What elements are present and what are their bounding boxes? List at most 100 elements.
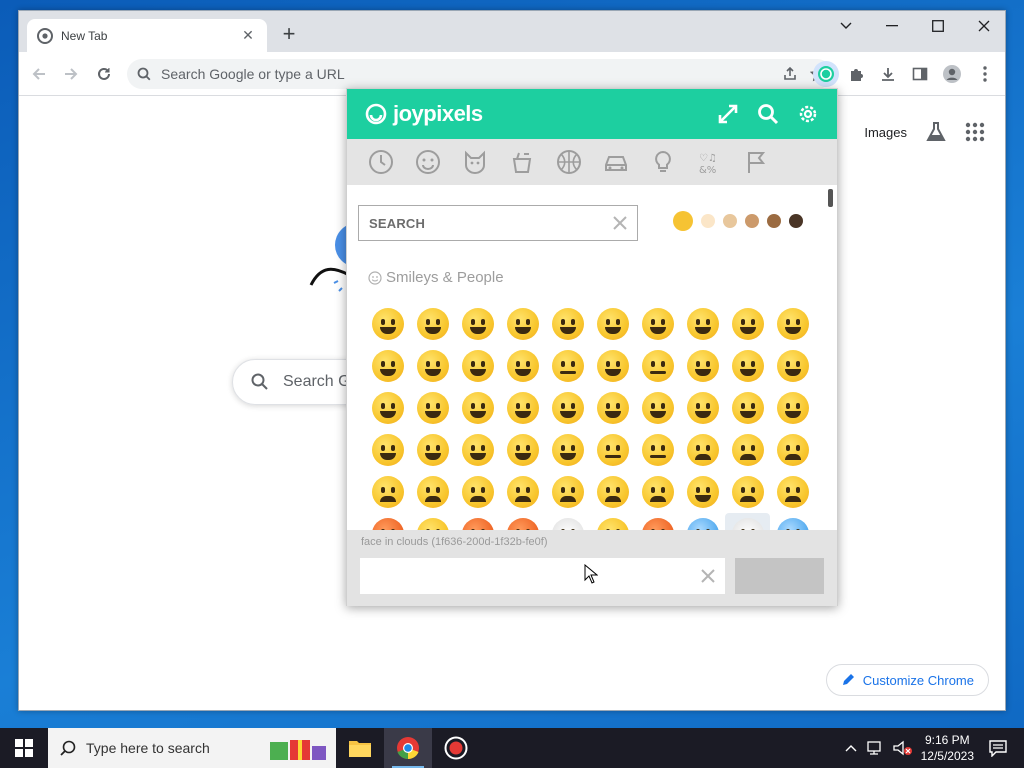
emoji-rage[interactable] — [455, 513, 500, 530]
emoji-hushed[interactable] — [590, 513, 635, 530]
emoji-yum[interactable] — [500, 387, 545, 429]
images-link[interactable]: Images — [864, 125, 907, 140]
emoji-grinning[interactable] — [365, 303, 410, 345]
emoji-weary[interactable] — [635, 471, 680, 513]
objects-icon[interactable] — [649, 148, 677, 176]
emoji-rofl[interactable] — [725, 303, 770, 345]
food-icon[interactable] — [508, 148, 536, 176]
flags-icon[interactable] — [743, 148, 771, 176]
apps-grid-icon[interactable] — [965, 122, 985, 142]
taskbar-search-box[interactable]: Type here to search — [48, 728, 336, 768]
emoji-blush[interactable] — [410, 345, 455, 387]
volume-muted-icon[interactable] — [892, 740, 913, 756]
travel-icon[interactable] — [602, 148, 630, 176]
emoji-output-field[interactable] — [360, 558, 725, 594]
emoji-slightly-frowning[interactable] — [410, 471, 455, 513]
chrome-menu-button[interactable] — [973, 62, 997, 86]
emoji-smiling-tear[interactable] — [590, 303, 635, 345]
emoji-smile[interactable] — [455, 303, 500, 345]
emoji-search-input[interactable]: SEARCH — [358, 205, 638, 241]
activity-icon[interactable] — [555, 148, 583, 176]
clear-output-icon[interactable] — [701, 569, 715, 583]
recent-icon[interactable] — [367, 148, 395, 176]
emoji-face-in-clouds[interactable] — [545, 513, 590, 530]
emoji-kissing-heart[interactable] — [770, 345, 815, 387]
emoji-sob[interactable] — [770, 471, 815, 513]
share-icon[interactable] — [776, 66, 804, 82]
emoji-kissing-smiling-eyes[interactable] — [455, 387, 500, 429]
minimize-button[interactable] — [869, 11, 915, 41]
emoji-star-struck[interactable] — [500, 429, 545, 471]
start-button[interactable] — [0, 728, 48, 768]
emoji-disappointed[interactable] — [680, 429, 725, 471]
emoji-tired[interactable] — [590, 471, 635, 513]
emoji-joy[interactable] — [680, 303, 725, 345]
emoji-kissing-closed-eyes[interactable] — [410, 387, 455, 429]
emoji-smiley[interactable] — [410, 303, 455, 345]
copy-button[interactable] — [735, 558, 824, 594]
smileys-icon[interactable] — [414, 148, 442, 176]
emoji-cry[interactable] — [725, 471, 770, 513]
skin-tone-4[interactable] — [745, 214, 759, 228]
emoji-disguised[interactable] — [455, 429, 500, 471]
emoji-exploding[interactable] — [635, 513, 680, 530]
symbols-icon[interactable]: ♡♫ &% — [696, 148, 724, 176]
emoji-hearts-face[interactable] — [725, 345, 770, 387]
emoji-squinting-tongue[interactable] — [590, 387, 635, 429]
emoji-sweat-smile[interactable] — [635, 303, 680, 345]
customize-chrome-button[interactable]: Customize Chrome — [825, 664, 989, 696]
emoji-relaxed[interactable] — [365, 345, 410, 387]
emoji-zany[interactable] — [680, 387, 725, 429]
emoji-sunglasses[interactable] — [410, 429, 455, 471]
emoji-innocent[interactable] — [455, 345, 500, 387]
emoji-holding-tears[interactable] — [770, 303, 815, 345]
emoji-kissing[interactable] — [365, 387, 410, 429]
emoji-fearful[interactable] — [770, 513, 815, 530]
back-button[interactable] — [27, 62, 51, 86]
emoji-heart-eyes[interactable] — [680, 345, 725, 387]
chevron-up-icon[interactable] — [845, 744, 857, 752]
emoji-frowning[interactable] — [455, 471, 500, 513]
emoji-pleading[interactable] — [680, 471, 725, 513]
recorder-taskbar-button[interactable] — [432, 728, 480, 768]
tab-search-button[interactable] — [823, 11, 869, 41]
gear-icon[interactable] — [797, 103, 819, 125]
emoji-confounded[interactable] — [545, 471, 590, 513]
close-tab-icon[interactable]: ✕ — [239, 27, 257, 44]
search-icon[interactable] — [757, 103, 779, 125]
emoji-hot[interactable] — [410, 513, 455, 530]
emoji-angry[interactable] — [365, 513, 410, 530]
emoji-grin[interactable] — [500, 303, 545, 345]
skin-tone-6[interactable] — [789, 214, 803, 228]
expand-icon[interactable] — [717, 103, 739, 125]
emoji-raised-eyebrow[interactable] — [725, 387, 770, 429]
skin-tone-1[interactable] — [673, 211, 693, 231]
emoji-swear[interactable] — [500, 513, 545, 530]
extensions-button[interactable] — [845, 62, 869, 86]
close-window-button[interactable] — [961, 11, 1005, 41]
notifications-icon[interactable] — [988, 739, 1008, 757]
emoji-partying[interactable] — [545, 429, 590, 471]
emoji-selected[interactable] — [725, 513, 770, 530]
emoji-confused[interactable] — [365, 471, 410, 513]
maximize-button[interactable] — [915, 11, 961, 41]
emoji-winking-tongue[interactable] — [635, 387, 680, 429]
chrome-taskbar-button[interactable] — [384, 728, 432, 768]
scrollbar[interactable] — [828, 189, 833, 207]
tab-new-tab[interactable]: New Tab ✕ — [27, 19, 267, 52]
emoji-persevere[interactable] — [500, 471, 545, 513]
emoji-slight-smile[interactable] — [500, 345, 545, 387]
skin-tone-5[interactable] — [767, 214, 781, 228]
emoji-tongue[interactable] — [545, 387, 590, 429]
emoji-wink[interactable] — [590, 345, 635, 387]
emoji-relieved[interactable] — [635, 345, 680, 387]
network-icon[interactable] — [866, 740, 885, 756]
skin-tone-3[interactable] — [723, 214, 737, 228]
emoji-nerd[interactable] — [365, 429, 410, 471]
animals-icon[interactable] — [461, 148, 489, 176]
emoji-scroll-area[interactable]: SEARCH Smileys & People — [347, 185, 837, 530]
forward-button[interactable] — [59, 62, 83, 86]
joypixels-extension-button[interactable] — [813, 61, 839, 87]
side-panel-button[interactable] — [908, 62, 932, 86]
clock[interactable]: 9:16 PM 12/5/2023 — [921, 732, 974, 764]
